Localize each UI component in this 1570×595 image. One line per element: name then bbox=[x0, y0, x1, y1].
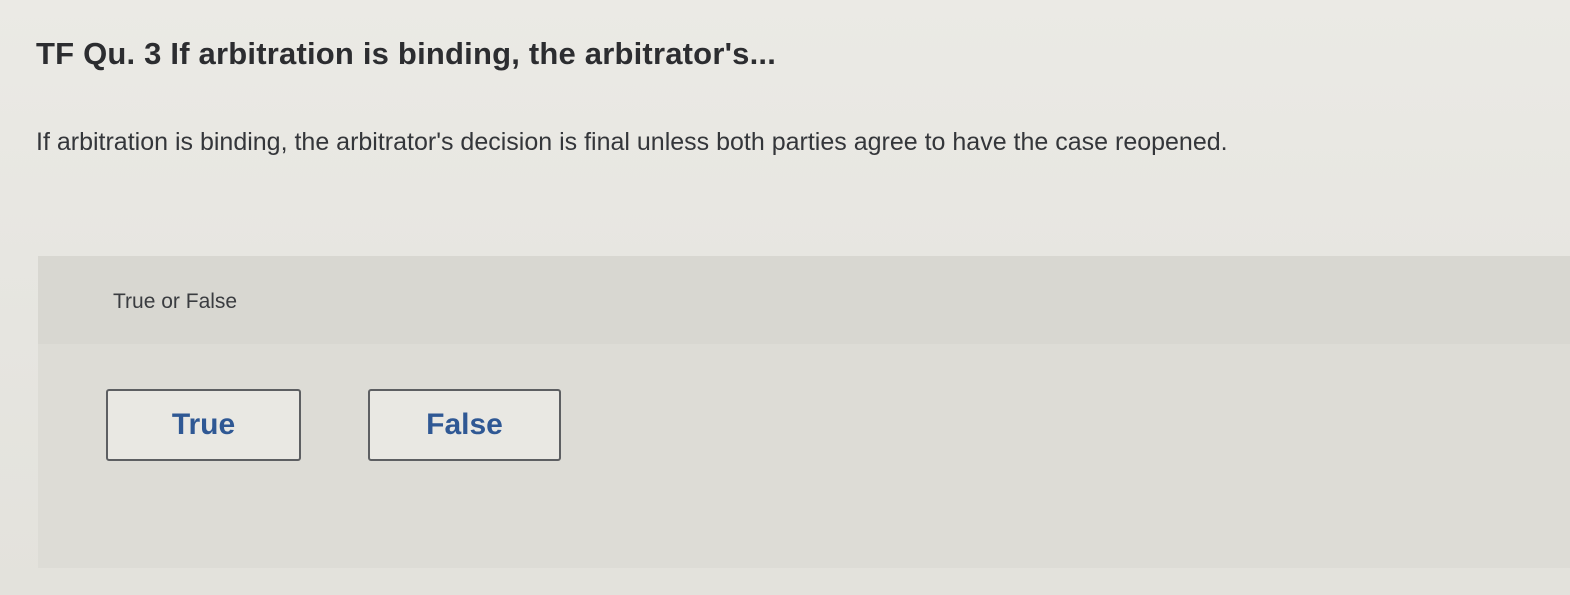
answer-header: True or False bbox=[38, 256, 1570, 344]
question-title: TF Qu. 3 If arbitration is binding, the … bbox=[36, 36, 777, 71]
true-button[interactable]: True bbox=[106, 389, 301, 461]
false-button[interactable]: False bbox=[368, 389, 561, 461]
question-page: TF Qu. 3 If arbitration is binding, the … bbox=[0, 0, 1570, 595]
question-text: If arbitration is binding, the arbitrato… bbox=[36, 128, 1228, 156]
answer-prompt: True or False bbox=[113, 290, 238, 313]
answer-panel: True or False True False bbox=[38, 256, 1570, 568]
